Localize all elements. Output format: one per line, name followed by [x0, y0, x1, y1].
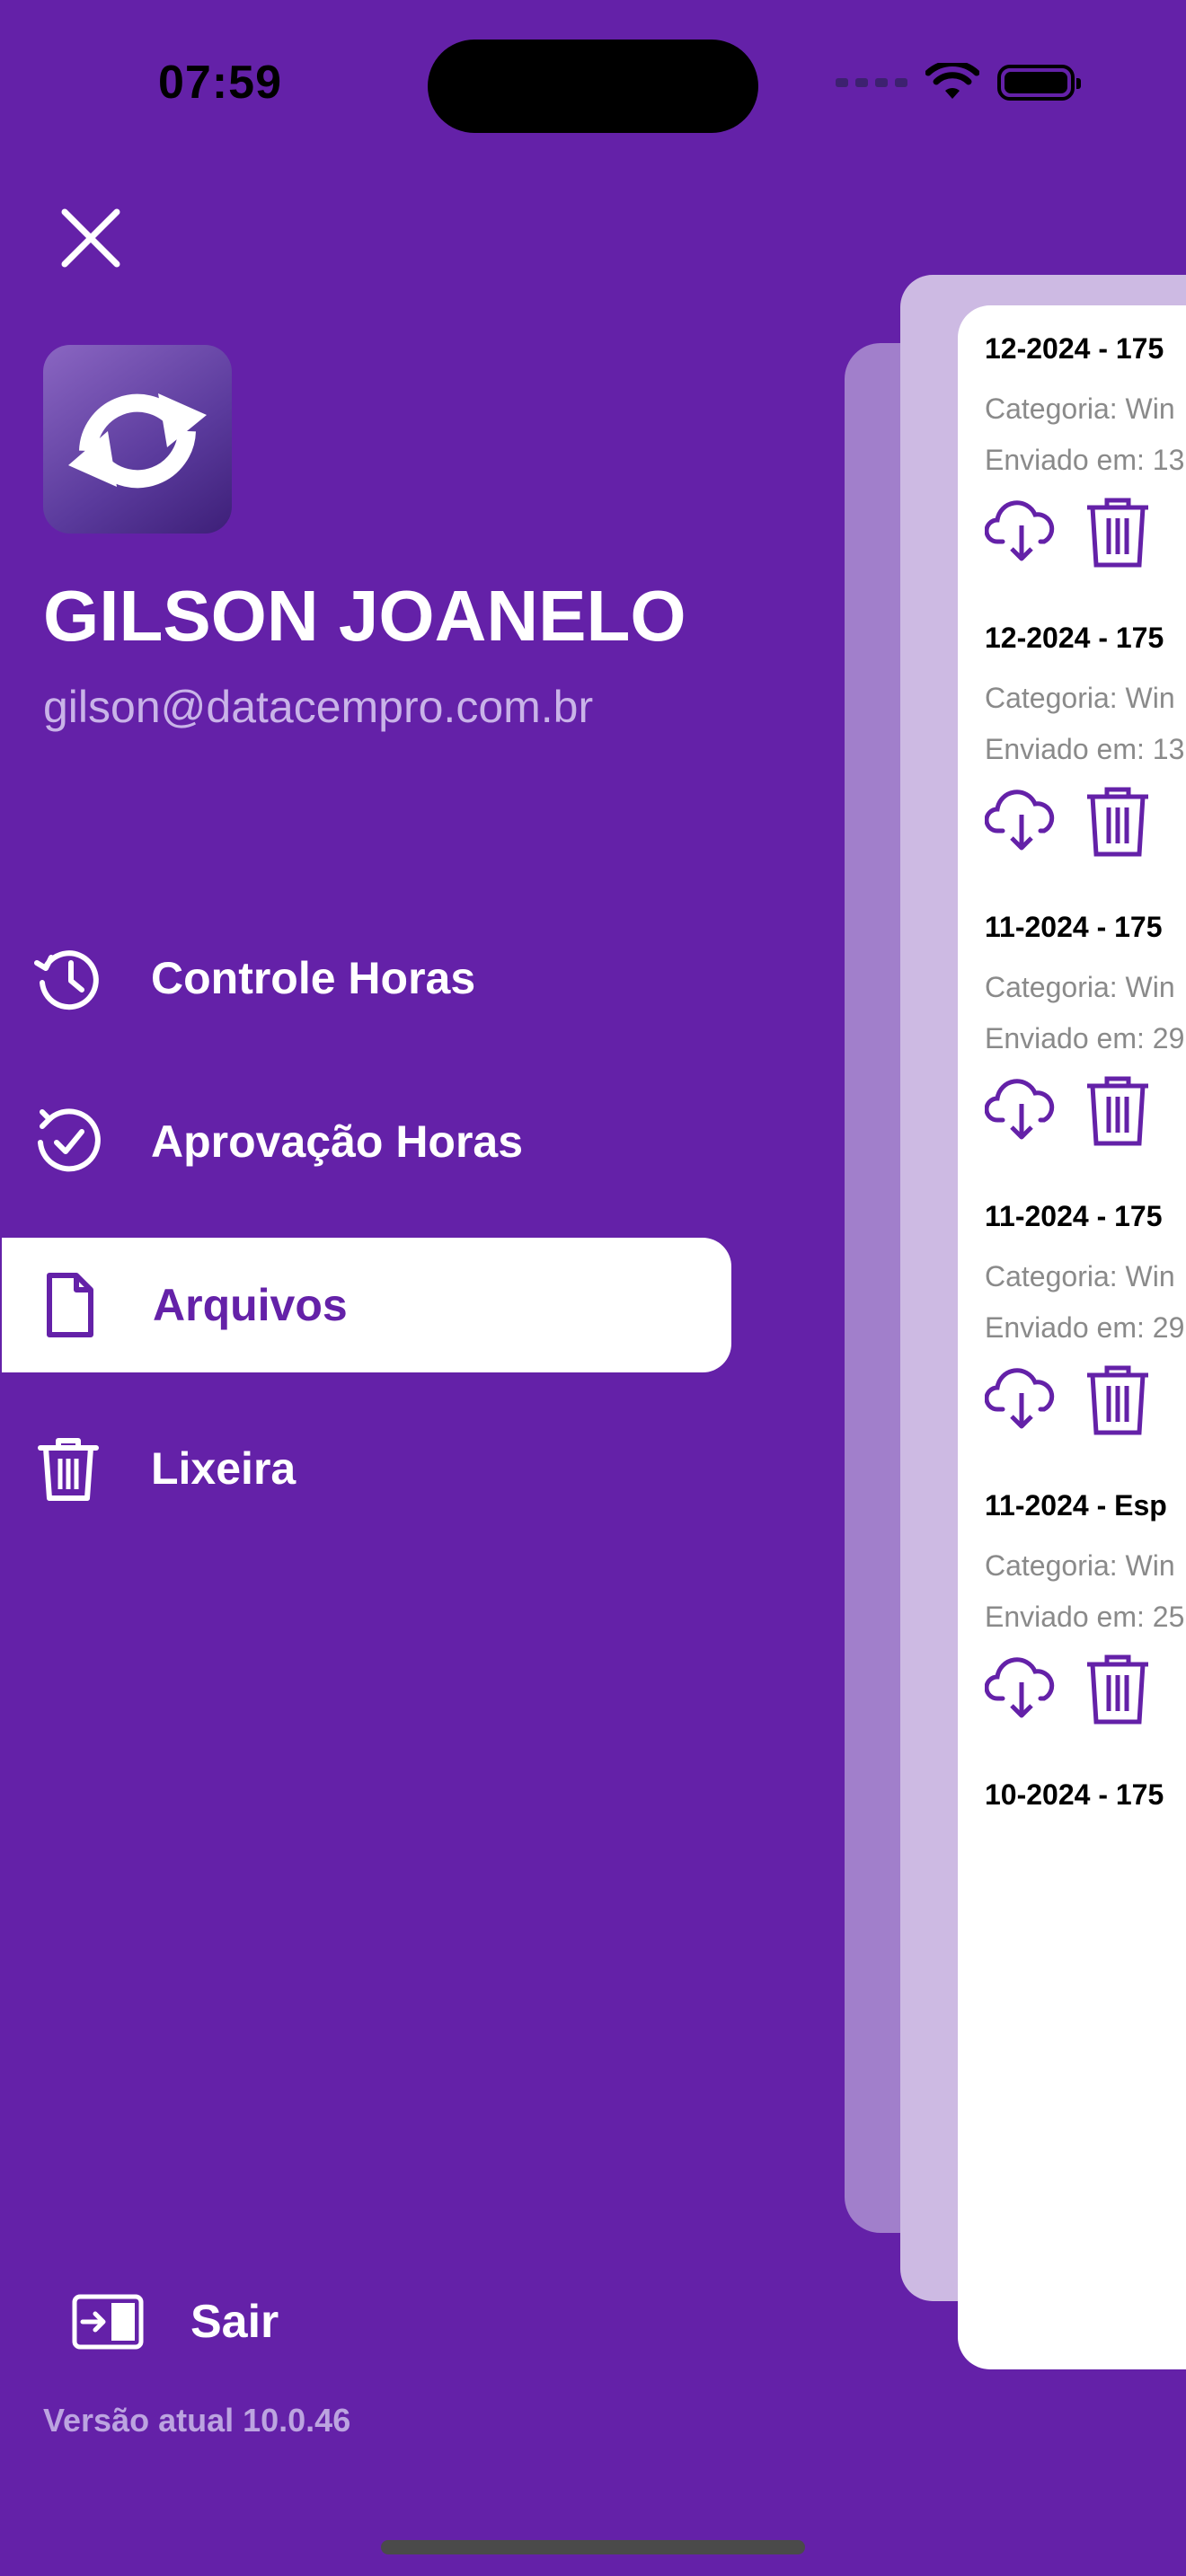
menu-item-label: Lixeira	[151, 1443, 296, 1494]
file-card[interactable]: 12-2024 - 175 Categoria: Win Enviado em:…	[985, 622, 1184, 858]
cloud-download-icon[interactable]	[985, 1363, 1058, 1431]
user-email: gilson@datacempro.com.br	[43, 682, 594, 732]
cellular-signal-icon	[836, 78, 907, 87]
cloud-download-icon[interactable]	[985, 1073, 1058, 1142]
battery-icon	[997, 65, 1081, 101]
trash-icon[interactable]	[1084, 1363, 1152, 1436]
check-refresh-icon	[32, 1106, 104, 1178]
files-panel[interactable]: 12-2024 - 175 Categoria: Win Enviado em:…	[958, 305, 1186, 2369]
app-version: Versão atual 10.0.46	[43, 2402, 351, 2439]
status-time: 07:59	[158, 57, 282, 109]
logout-label: Sair	[190, 2296, 279, 2348]
menu-item-arquivos[interactable]: Arquivos	[2, 1238, 731, 1372]
file-sent-date: Enviado em: 13	[985, 733, 1185, 765]
home-indicator	[381, 2540, 805, 2554]
file-sent-date: Enviado em: 29	[985, 1022, 1185, 1054]
file-title: 10-2024 - 175	[985, 1778, 1164, 1811]
close-icon	[61, 208, 120, 268]
file-sent-date: Enviado em: 25	[985, 1601, 1185, 1633]
file-category: Categoria: Win	[985, 971, 1175, 1003]
file-card[interactable]: 11-2024 - 175 Categoria: Win Enviado em:…	[985, 1200, 1184, 1436]
file-card[interactable]: 12-2024 - 175 Categoria: Win Enviado em:…	[985, 332, 1184, 569]
file-title: 12-2024 - 175	[985, 622, 1164, 654]
file-sent-date: Enviado em: 13	[985, 444, 1185, 476]
cloud-download-icon[interactable]	[985, 1652, 1058, 1720]
menu-item-label: Aprovação Horas	[151, 1116, 524, 1167]
cloud-download-icon[interactable]	[985, 784, 1058, 852]
file-category: Categoria: Win	[985, 1260, 1175, 1292]
status-icons	[836, 63, 1081, 102]
menu-item-label: Controle Horas	[151, 953, 476, 1003]
menu-item-controle-horas[interactable]: Controle Horas	[0, 911, 730, 1045]
file-category: Categoria: Win	[985, 1549, 1175, 1582]
trash-icon[interactable]	[1084, 784, 1152, 858]
file-card[interactable]: 11-2024 - Esp Categoria: Win Enviado em:…	[985, 1489, 1184, 1725]
cloud-download-icon[interactable]	[985, 495, 1058, 563]
menu-item-lixeira[interactable]: Lixeira	[0, 1401, 730, 1536]
close-button[interactable]	[52, 199, 129, 277]
dynamic-island	[428, 40, 758, 133]
file-title: 11-2024 - 175	[985, 911, 1163, 943]
user-name: GILSON JOANELO	[43, 576, 686, 656]
trash-icon[interactable]	[1084, 1073, 1152, 1147]
file-card[interactable]: 10-2024 - 175	[985, 1778, 1164, 1812]
file-category: Categoria: Win	[985, 393, 1175, 425]
file-category: Categoria: Win	[985, 682, 1175, 714]
file-icon	[34, 1269, 106, 1341]
app-logo	[43, 345, 232, 534]
history-clock-icon	[32, 942, 104, 1014]
trash-icon[interactable]	[1084, 495, 1152, 569]
file-title: 12-2024 - 175	[985, 332, 1164, 365]
file-sent-date: Enviado em: 29	[985, 1311, 1185, 1344]
trash-icon[interactable]	[1084, 1652, 1152, 1725]
file-card[interactable]: 11-2024 - 175 Categoria: Win Enviado em:…	[985, 911, 1184, 1147]
sync-arrows-icon	[68, 393, 207, 489]
menu-item-label: Arquivos	[153, 1280, 348, 1330]
wifi-icon	[925, 63, 979, 99]
file-title: 11-2024 - 175	[985, 1200, 1163, 1232]
file-title: 11-2024 - Esp	[985, 1489, 1167, 1522]
logout-icon	[72, 2294, 144, 2350]
logout-button[interactable]: Sair	[72, 2281, 279, 2362]
trash-icon	[32, 1433, 104, 1504]
menu-item-aprovacao-horas[interactable]: Aprovação Horas	[0, 1074, 730, 1209]
